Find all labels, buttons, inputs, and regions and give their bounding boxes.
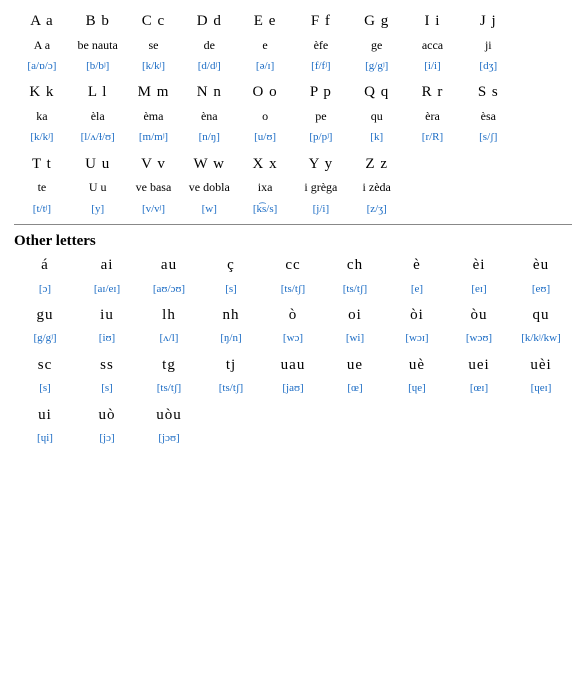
alphabet-row-2-names: ka èla èma èna o pe qu èra èsa — [14, 107, 572, 127]
letter-A: A a — [14, 10, 70, 34]
alphabet-row-2-ipa: [k/kʲ] [l/ʌ/ɫ/ʊ] [m/mʲ] [n/ŋ] [u/ʊ] [p/p… — [14, 128, 572, 146]
other-row-3-letters: sc ss tg tj uau ue uè uei uèi — [14, 354, 572, 378]
alphabet-row-3-names: te U u ve basa ve dobla ixa i grèga i zè… — [14, 178, 572, 198]
other-row-2-ipa: [g/gʲ] [iʊ] [ʌ/l] [ŋ/n] [wɔ] [wi] [wɔɪ] … — [14, 329, 572, 347]
other-row-4-ipa: [ɥi] [jɔ] [jɔʊ] — [14, 429, 572, 447]
letter-G: G g — [349, 10, 405, 34]
alphabet-row-3-headers: T t U u V v W w X x Y y Z z — [14, 153, 572, 177]
other-letters-title: Other letters — [14, 233, 572, 250]
alphabet-row-1-ipa: [a/ɒ/ɔ] [b/bʲ] [k/kʲ] [d/dʲ] [ə/ɪ] [f/fʲ… — [14, 57, 572, 75]
other-row-1-ipa: [ɔ] [aɪ/eɪ] [aʊ/ɔʊ] [s] [ts/tʃ] [ts/tʃ] … — [14, 280, 572, 298]
alphabet-section: A a B b C c D d E e F f G g I i J j A a — [14, 10, 572, 218]
section-divider — [14, 224, 572, 225]
letter-I: I i — [405, 10, 461, 34]
alphabet-row-3-ipa: [t/tʲ] [y] [v/vʲ] [w] [k͡s/s] [j/i] [z/ʒ… — [14, 200, 572, 218]
alphabet-row-2-headers: K k L l M m N n O o P p Q q R r S s — [14, 81, 572, 105]
other-row-4-letters: ui uò uòu — [14, 404, 572, 428]
letter-B: B b — [70, 10, 126, 34]
alphabet-row-1-headers: A a B b C c D d E e F f G g I i J j — [14, 10, 572, 34]
letter-J: J j — [460, 10, 516, 34]
other-letters-section: Other letters á ai au ç cc ch è èi èu [ɔ… — [14, 233, 572, 447]
letter-D: D d — [181, 10, 237, 34]
other-row-3-ipa: [s] [s] [ts/tʃ] [ts/tʃ] [jaʊ] [œ] [ɥe] [… — [14, 379, 572, 397]
letter-E: E e — [237, 10, 293, 34]
other-row-1-letters: á ai au ç cc ch è èi èu — [14, 254, 572, 278]
alphabet-row-1-names: A a be nauta se de e èfe ge acca ji — [14, 36, 572, 56]
other-row-2-letters: gu iu lh nh ò oi òi òu qu — [14, 304, 572, 328]
letter-C: C c — [126, 10, 182, 34]
letter-F: F f — [293, 10, 349, 34]
